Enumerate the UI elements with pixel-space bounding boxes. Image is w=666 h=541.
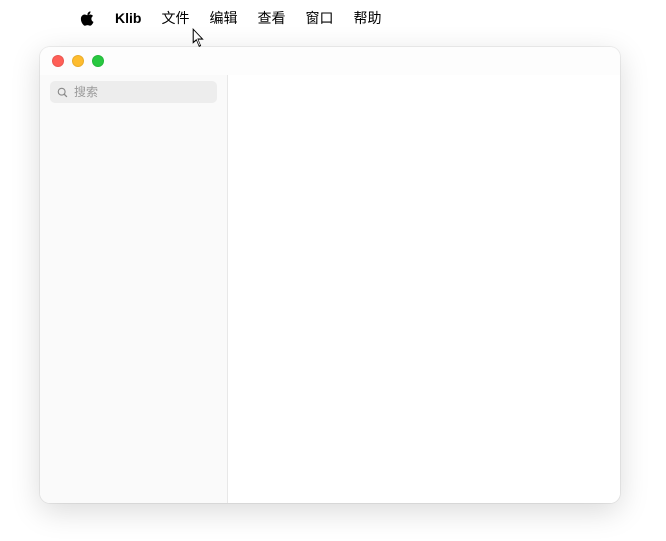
search-input[interactable] xyxy=(50,81,217,103)
app-window xyxy=(40,47,620,503)
system-menubar: Klib 文件 编辑 查看 窗口 帮助 xyxy=(0,0,666,34)
main-content-pane xyxy=(228,75,620,503)
window-close-button[interactable] xyxy=(52,55,64,67)
window-titlebar[interactable] xyxy=(40,47,620,75)
menu-item-view[interactable]: 查看 xyxy=(257,8,285,28)
window-maximize-button[interactable] xyxy=(92,55,104,67)
app-name[interactable]: Klib xyxy=(115,10,141,26)
window-body xyxy=(40,75,620,503)
menu-item-help[interactable]: 帮助 xyxy=(353,8,381,28)
menu-item-window[interactable]: 窗口 xyxy=(305,8,333,28)
apple-logo-icon[interactable] xyxy=(80,10,95,27)
window-minimize-button[interactable] xyxy=(72,55,84,67)
menu-item-edit[interactable]: 编辑 xyxy=(209,8,237,28)
sidebar xyxy=(40,75,228,503)
menu-item-file[interactable]: 文件 xyxy=(161,8,189,28)
